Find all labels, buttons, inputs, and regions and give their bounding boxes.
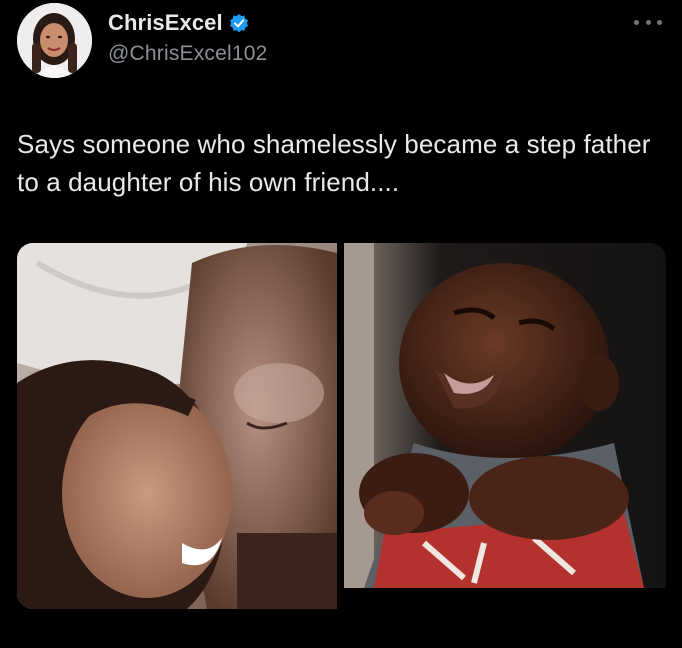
tweet-text: Says someone who shamelessly became a st…: [17, 129, 651, 197]
user-info: ChrisExcel @ChrisExcel102: [108, 8, 268, 66]
media-photo-1[interactable]: [17, 243, 337, 609]
more-horizontal-icon[interactable]: [634, 15, 662, 29]
more-dot: [645, 19, 651, 25]
avatar[interactable]: [17, 3, 92, 78]
avatar-image: [17, 3, 92, 78]
handle[interactable]: @ChrisExcel102: [108, 42, 268, 66]
more-dot: [634, 19, 639, 25]
media-grid: [17, 243, 666, 609]
media-photo-2[interactable]: [344, 243, 666, 588]
tweet: ChrisExcel @ChrisExcel102 Says someone w…: [0, 0, 682, 648]
verified-badge-icon: [228, 12, 250, 34]
display-name[interactable]: ChrisExcel: [108, 10, 223, 36]
more-dot: [657, 19, 662, 25]
name-row: ChrisExcel: [108, 8, 268, 38]
